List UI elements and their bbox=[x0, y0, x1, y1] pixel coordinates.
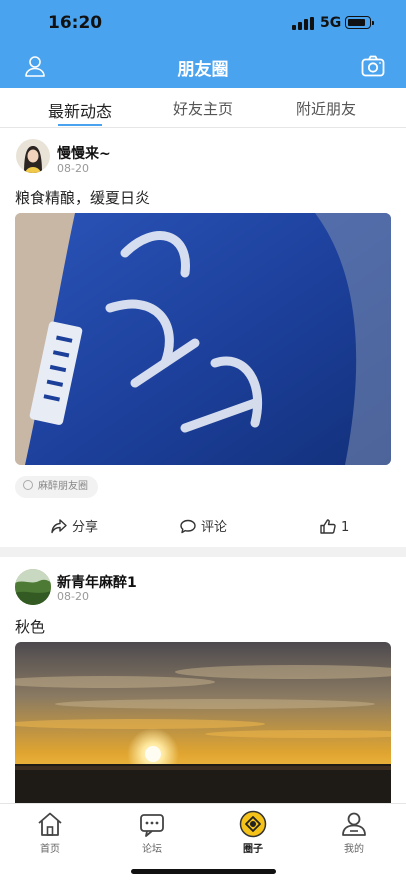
page-title: 朋友圈 bbox=[177, 60, 229, 80]
avatar[interactable] bbox=[15, 569, 51, 605]
tab-nearby-friends[interactable]: 附近朋友 bbox=[258, 98, 394, 119]
home-indicator bbox=[131, 869, 276, 874]
thumbs-up-icon bbox=[320, 519, 336, 534]
circle-icon bbox=[239, 810, 267, 838]
post-text: 粮食精酿，缓夏日炎 bbox=[15, 189, 151, 207]
like-button[interactable]: 1 bbox=[320, 519, 349, 537]
share-button[interactable]: 分享 bbox=[51, 519, 98, 537]
circle-tag-icon bbox=[23, 480, 33, 490]
feed-tabs: 最新动态 好友主页 附近朋友 bbox=[0, 88, 406, 128]
post-divider bbox=[0, 547, 406, 557]
tabbar-item-forum[interactable]: 论坛 bbox=[122, 810, 182, 855]
tabbar-item-profile[interactable]: 我的 bbox=[324, 810, 384, 855]
avatar[interactable] bbox=[16, 139, 50, 173]
signal-icon bbox=[292, 17, 314, 30]
feed-post: 新青年麻醉1 08-20 秋色 bbox=[0, 557, 406, 803]
comment-button[interactable]: 评论 bbox=[180, 519, 227, 537]
profile-icon bbox=[342, 812, 366, 836]
share-icon bbox=[51, 519, 67, 534]
camera-icon[interactable] bbox=[361, 55, 385, 77]
status-time: 16:20 bbox=[48, 13, 103, 33]
post-author[interactable]: 慢慢来~ bbox=[57, 143, 111, 163]
like-count: 1 bbox=[341, 520, 350, 535]
post-date: 08-20 bbox=[57, 162, 89, 175]
post-photo[interactable] bbox=[15, 642, 391, 803]
post-date: 08-20 bbox=[57, 590, 89, 603]
tabbar-item-home[interactable]: 首页 bbox=[20, 810, 80, 855]
feed-post: 慢慢来~ 08-20 粮食精酿，缓夏日炎 麻醉朋友圈 分享 评论 1 bbox=[0, 129, 406, 547]
app-header: 16:20 5G 朋友圈 bbox=[0, 0, 406, 88]
comment-icon bbox=[180, 519, 196, 534]
battery-icon bbox=[345, 16, 374, 29]
circle-tag[interactable]: 麻醉朋友圈 bbox=[15, 476, 98, 498]
post-author[interactable]: 新青年麻醉1 bbox=[57, 572, 137, 592]
status-bar: 16:20 5G bbox=[0, 0, 406, 46]
home-icon bbox=[38, 812, 62, 836]
post-text: 秋色 bbox=[15, 618, 46, 636]
tab-latest[interactable]: 最新动态 bbox=[12, 98, 148, 122]
tabbar-item-circle[interactable]: 圈子 bbox=[223, 810, 283, 855]
tab-friend-homepage[interactable]: 好友主页 bbox=[135, 98, 271, 119]
network-label: 5G bbox=[320, 15, 342, 31]
active-tab-indicator bbox=[58, 124, 102, 126]
post-photo[interactable] bbox=[15, 213, 391, 465]
forum-icon bbox=[140, 814, 164, 837]
post-actions: 分享 评论 1 bbox=[0, 513, 406, 543]
